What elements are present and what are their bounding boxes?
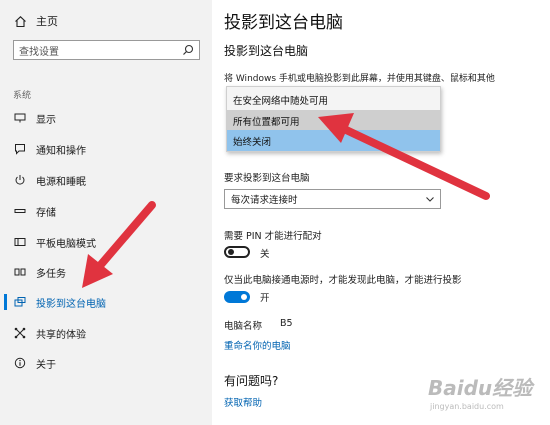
monitor-icon	[13, 112, 26, 125]
search-input[interactable]: 查找设置	[13, 40, 200, 60]
main-content: 投影到这台电脑 投影到这台电脑 将 Windows 手机或电脑投影到此屏幕，并使…	[224, 0, 550, 425]
availability-dropdown-list: 在安全网络中随处可用 所有位置都可用 始终关闭	[226, 86, 441, 152]
power-label: 仅当此电脑接通电源时，才能发现此电脑，才能进行投影	[224, 275, 462, 286]
request-label: 要求投影到这台电脑	[224, 173, 310, 184]
watermark-url: jingyan.baidu.com	[430, 402, 504, 411]
pin-label: 需要 PIN 才能进行配对	[224, 231, 322, 242]
rename-pc-link[interactable]: 重命名你的电脑	[224, 338, 291, 352]
sidebar-item-storage[interactable]: 存储	[0, 200, 212, 222]
get-help-link[interactable]: 获取帮助	[224, 395, 262, 409]
info-icon	[13, 357, 26, 370]
sidebar-item-shared-experiences[interactable]: 共享的体验	[0, 322, 212, 344]
message-icon	[13, 143, 26, 156]
share-icon	[13, 327, 26, 340]
multitask-icon	[13, 266, 26, 279]
home-link[interactable]: 主页	[13, 12, 58, 30]
power-icon	[13, 174, 26, 187]
home-label: 主页	[36, 15, 58, 28]
search-placeholder: 查找设置	[19, 46, 59, 58]
sidebar-item-label: 电源和睡眠	[36, 176, 86, 188]
sidebar-item-label: 存储	[36, 207, 56, 219]
watermark-text: Baidu经验	[428, 376, 533, 400]
sidebar-item-label: 通知和操作	[36, 145, 86, 157]
sidebar: 主页 查找设置 系统 显示 通知和操作 电源和睡眠 存储 平板电脑模式 多任务 …	[0, 0, 212, 425]
home-icon	[13, 14, 27, 28]
request-combobox-value: 每次请求连接时	[231, 195, 298, 206]
sidebar-item-notifications[interactable]: 通知和操作	[0, 138, 212, 160]
pc-name-label: 电脑名称	[224, 321, 263, 332]
toggle-knob	[228, 249, 234, 255]
watermark: Baidu经验 jingyan.baidu.com	[428, 372, 533, 411]
power-toggle[interactable]	[224, 291, 250, 303]
sidebar-item-display[interactable]: 显示	[0, 107, 212, 129]
sidebar-item-label: 共享的体验	[36, 329, 86, 341]
section-label: 系统	[13, 91, 32, 101]
project-icon	[13, 296, 26, 309]
sidebar-item-label: 多任务	[36, 268, 66, 280]
chevron-down-icon	[425, 194, 435, 204]
description-text: 将 Windows 手机或电脑投影到此屏幕，并使用其键盘、鼠标和其他	[224, 74, 495, 84]
power-toggle-state: 开	[260, 293, 270, 304]
search-icon[interactable]	[182, 44, 194, 56]
sidebar-item-multitasking[interactable]: 多任务	[0, 261, 212, 283]
tablet-mode-icon	[13, 236, 26, 249]
request-combobox[interactable]: 每次请求连接时	[224, 189, 441, 209]
active-indicator	[4, 294, 7, 310]
pin-toggle[interactable]	[224, 246, 250, 258]
question-heading: 有问题吗?	[224, 374, 279, 388]
sidebar-item-project-to-pc[interactable]: 投影到这台电脑	[0, 291, 212, 313]
storage-icon	[13, 205, 26, 218]
sidebar-item-label: 关于	[36, 359, 56, 371]
sidebar-item-label: 投影到这台电脑	[36, 298, 106, 310]
dropdown-option[interactable]: 在安全网络中随处可用	[227, 89, 440, 110]
page-title: 投影到这台电脑	[224, 13, 343, 33]
sidebar-item-label: 显示	[36, 114, 56, 126]
sidebar-item-about[interactable]: 关于	[0, 352, 212, 374]
section-title: 投影到这台电脑	[224, 44, 309, 58]
dropdown-option-hovered[interactable]: 所有位置都可用	[227, 110, 440, 131]
toggle-knob	[241, 294, 247, 300]
sidebar-item-tablet-mode[interactable]: 平板电脑模式	[0, 231, 212, 253]
pin-toggle-state: 关	[260, 249, 270, 260]
dropdown-option-selected[interactable]: 始终关闭	[227, 130, 440, 151]
pc-name-value: B5	[280, 318, 293, 329]
sidebar-item-power[interactable]: 电源和睡眠	[0, 169, 212, 191]
sidebar-item-label: 平板电脑模式	[36, 238, 96, 250]
